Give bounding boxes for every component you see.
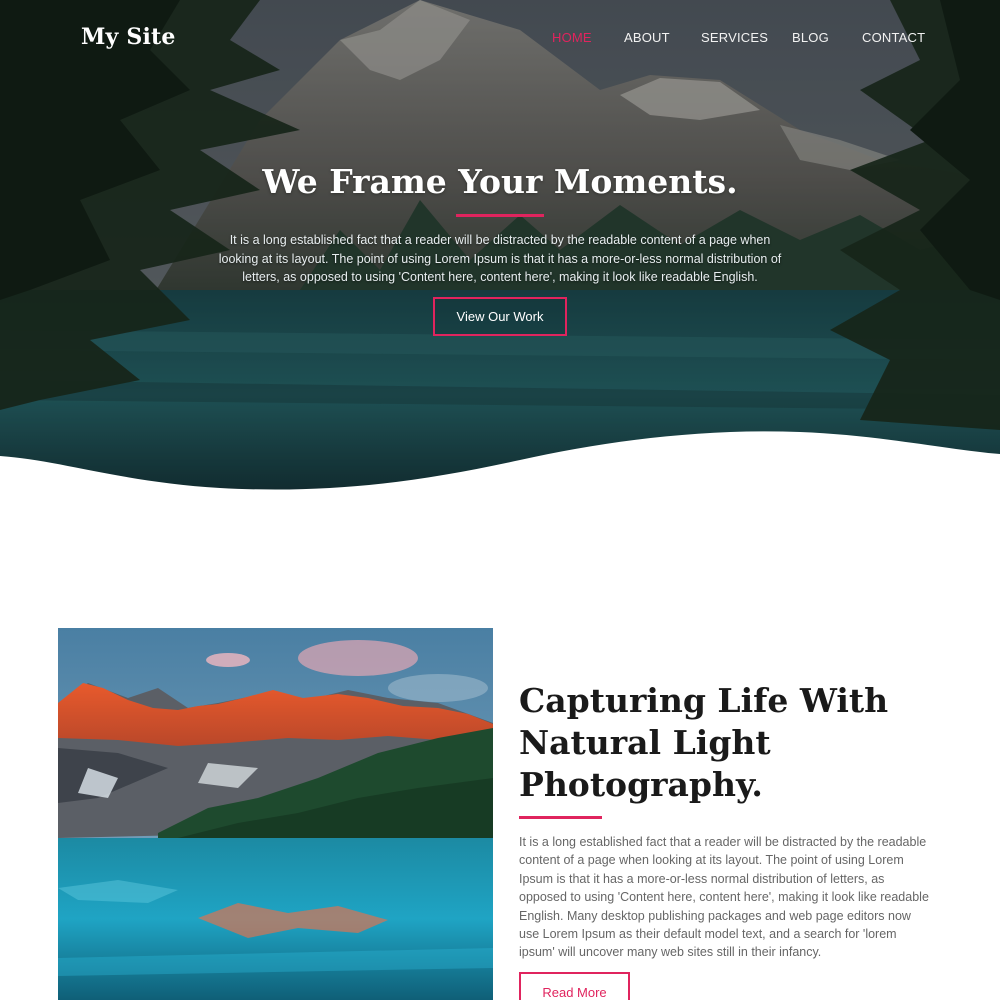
hero-section: My Site HOME ABOUT SERVICES BLOG CONTACT… [0,0,1000,500]
navbar: My Site HOME ABOUT SERVICES BLOG CONTACT [0,0,1000,74]
view-our-work-button[interactable]: View Our Work [433,297,567,336]
hero-wave-divider [0,431,1000,500]
hero-title: We Frame Your Moments. [262,162,738,201]
nav-item-services[interactable]: SERVICES [701,30,768,45]
nav-item-blog[interactable]: BLOG [792,30,829,45]
read-more-button[interactable]: Read More [519,972,630,1000]
about-description: It is a long established fact that a rea… [519,835,929,960]
nav-item-about[interactable]: ABOUT [624,30,670,45]
about-title: Capturing Life With Natural Light Photog… [519,681,889,804]
mountain-lake-photo [58,628,493,1000]
hero-description: It is a long established fact that a rea… [218,233,782,284]
main-nav: HOME ABOUT SERVICES BLOG CONTACT [0,30,1000,50]
about-title-underline [519,816,602,819]
nav-item-contact[interactable]: CONTACT [862,30,925,45]
nav-item-home[interactable]: HOME [552,30,592,45]
hero-title-underline [456,214,544,217]
